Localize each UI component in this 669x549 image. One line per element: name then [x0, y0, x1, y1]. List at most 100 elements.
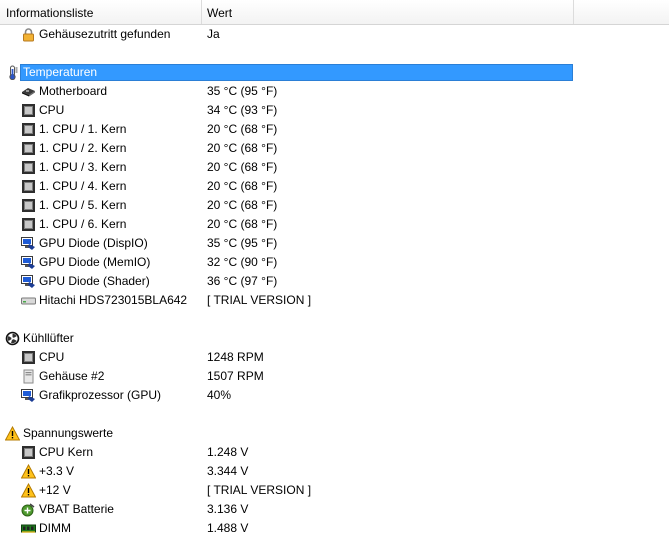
item-value: 20 °C (68 °F) — [207, 122, 278, 136]
item-label: +12 V — [39, 483, 71, 497]
group-row-spannungswerte[interactable]: Spannungswerte — [0, 424, 669, 443]
list-item[interactable]: CPU 34 °C (93 °F) — [0, 101, 669, 120]
group-label: Temperaturen — [23, 65, 98, 79]
item-label: CPU — [39, 350, 65, 364]
list-item[interactable]: DIMM 1.488 V — [0, 519, 669, 538]
list-item[interactable]: 1. CPU / 5. Kern 20 °C (68 °F) — [0, 196, 669, 215]
column-divider[interactable] — [573, 0, 574, 24]
case-icon — [21, 369, 36, 384]
item-value: 20 °C (68 °F) — [207, 160, 278, 174]
item-value: 1.488 V — [207, 521, 249, 535]
fan-icon — [5, 331, 20, 346]
lock-icon — [21, 27, 36, 42]
list-item[interactable]: Grafikprozessor (GPU) 40% — [0, 386, 669, 405]
item-value: [ TRIAL VERSION ] — [207, 293, 312, 307]
item-value: 35 °C (95 °F) — [207, 236, 278, 250]
list-item[interactable]: GPU Diode (MemIO) 32 °C (90 °F) — [0, 253, 669, 272]
column-divider[interactable] — [201, 0, 202, 24]
group-label: Spannungswerte — [23, 426, 114, 440]
sensor-list: Gehäusezutritt gefunden Ja Temperaturen Mot… — [0, 25, 669, 538]
list-item[interactable]: 1. CPU / 6. Kern 20 °C (68 °F) — [0, 215, 669, 234]
item-value: 3.136 V — [207, 502, 249, 516]
thermometer-icon — [5, 65, 20, 81]
item-value: 34 °C (93 °F) — [207, 103, 278, 117]
item-value: 1507 RPM — [207, 369, 264, 383]
item-value: 20 °C (68 °F) — [207, 217, 278, 231]
column-header-wert[interactable]: Wert — [207, 0, 232, 25]
item-value: 3.344 V — [207, 464, 249, 478]
blank-row — [0, 405, 669, 424]
hdd-icon — [21, 293, 36, 308]
item-label: 1. CPU / 2. Kern — [39, 141, 127, 155]
warning-icon — [20, 482, 37, 498]
column-header-informationsliste[interactable]: Informationsliste — [6, 0, 93, 25]
cpu-icon — [21, 141, 36, 156]
cpu-icon — [21, 217, 36, 232]
battery-icon — [21, 502, 36, 517]
list-item[interactable]: Motherboard 35 °C (95 °F) — [0, 82, 669, 101]
item-label: 1. CPU / 3. Kern — [39, 160, 127, 174]
item-label: 1. CPU / 5. Kern — [39, 198, 127, 212]
item-value: 36 °C (97 °F) — [207, 274, 278, 288]
list-item[interactable]: +3.3 V 3.344 V — [0, 462, 669, 481]
list-item[interactable]: CPU 1248 RPM — [0, 348, 669, 367]
cpu-icon — [21, 179, 36, 194]
list-item[interactable]: VBAT Batterie 3.136 V — [0, 500, 669, 519]
blank-row — [0, 310, 669, 329]
item-label: VBAT Batterie — [39, 502, 114, 516]
gpu-icon — [21, 255, 36, 270]
list-item[interactable]: GPU Diode (Shader) 36 °C (97 °F) — [0, 272, 669, 291]
gpu-icon — [21, 388, 36, 403]
cpu-icon — [21, 103, 36, 118]
item-label: Motherboard — [39, 84, 108, 98]
list-header: Informationsliste Wert — [0, 0, 669, 25]
list-item[interactable]: CPU Kern 1.248 V — [0, 443, 669, 462]
list-item[interactable]: +12 V [ TRIAL VERSION ] — [0, 481, 669, 500]
list-item[interactable]: Hitachi HDS723015BLA642 [ TRIAL VERSION ] — [0, 291, 669, 310]
item-label: DIMM — [39, 521, 71, 535]
item-label: Hitachi HDS723015BLA642 — [39, 293, 188, 307]
item-label: Grafikprozessor (GPU) — [39, 388, 162, 402]
item-label: +3.3 V — [39, 464, 75, 478]
cpu-icon — [21, 160, 36, 175]
cpu-icon — [21, 198, 36, 213]
item-value: Ja — [207, 27, 220, 41]
memory-icon — [21, 521, 36, 536]
item-value: 40% — [207, 388, 232, 402]
item-value: 1.248 V — [207, 445, 249, 459]
item-label: GPU Diode (MemIO) — [39, 255, 151, 269]
item-value: [ TRIAL VERSION ] — [207, 483, 312, 497]
item-label: GPU Diode (Shader) — [39, 274, 150, 288]
item-label: 1. CPU / 1. Kern — [39, 122, 127, 136]
cpu-icon — [21, 445, 36, 460]
group-label: Kühllüfter — [23, 331, 74, 345]
item-label: 1. CPU / 4. Kern — [39, 179, 127, 193]
item-value: 35 °C (95 °F) — [207, 84, 278, 98]
list-item[interactable]: 1. CPU / 2. Kern 20 °C (68 °F) — [0, 139, 669, 158]
list-item[interactable]: Gehäuse #2 1507 RPM — [0, 367, 669, 386]
list-item[interactable]: Gehäusezutritt gefunden Ja — [0, 25, 669, 44]
gpu-icon — [21, 236, 36, 251]
list-item[interactable]: 1. CPU / 1. Kern 20 °C (68 °F) — [0, 120, 669, 139]
item-value: 32 °C (90 °F) — [207, 255, 278, 269]
blank-row — [0, 44, 669, 63]
item-label: Gehäuse #2 — [39, 369, 105, 383]
group-row-temperaturen[interactable]: Temperaturen — [0, 63, 669, 82]
item-label: CPU Kern — [39, 445, 94, 459]
item-value: 20 °C (68 °F) — [207, 141, 278, 155]
list-item[interactable]: 1. CPU / 4. Kern 20 °C (68 °F) — [0, 177, 669, 196]
item-label: GPU Diode (DispIO) — [39, 236, 148, 250]
item-label: CPU — [39, 103, 65, 117]
motherboard-icon — [21, 84, 36, 99]
list-item[interactable]: GPU Diode (DispIO) 35 °C (95 °F) — [0, 234, 669, 253]
list-item[interactable]: 1. CPU / 3. Kern 20 °C (68 °F) — [0, 158, 669, 177]
cpu-icon — [21, 350, 36, 365]
selection-highlight — [20, 64, 573, 81]
gpu-icon — [21, 274, 36, 289]
group-row-kühllüfter[interactable]: Kühllüfter — [0, 329, 669, 348]
warning-icon — [20, 463, 37, 479]
item-value: 20 °C (68 °F) — [207, 179, 278, 193]
item-label: Gehäusezutritt gefunden — [39, 27, 171, 41]
item-value: 1248 RPM — [207, 350, 264, 364]
warning-icon — [4, 425, 21, 441]
